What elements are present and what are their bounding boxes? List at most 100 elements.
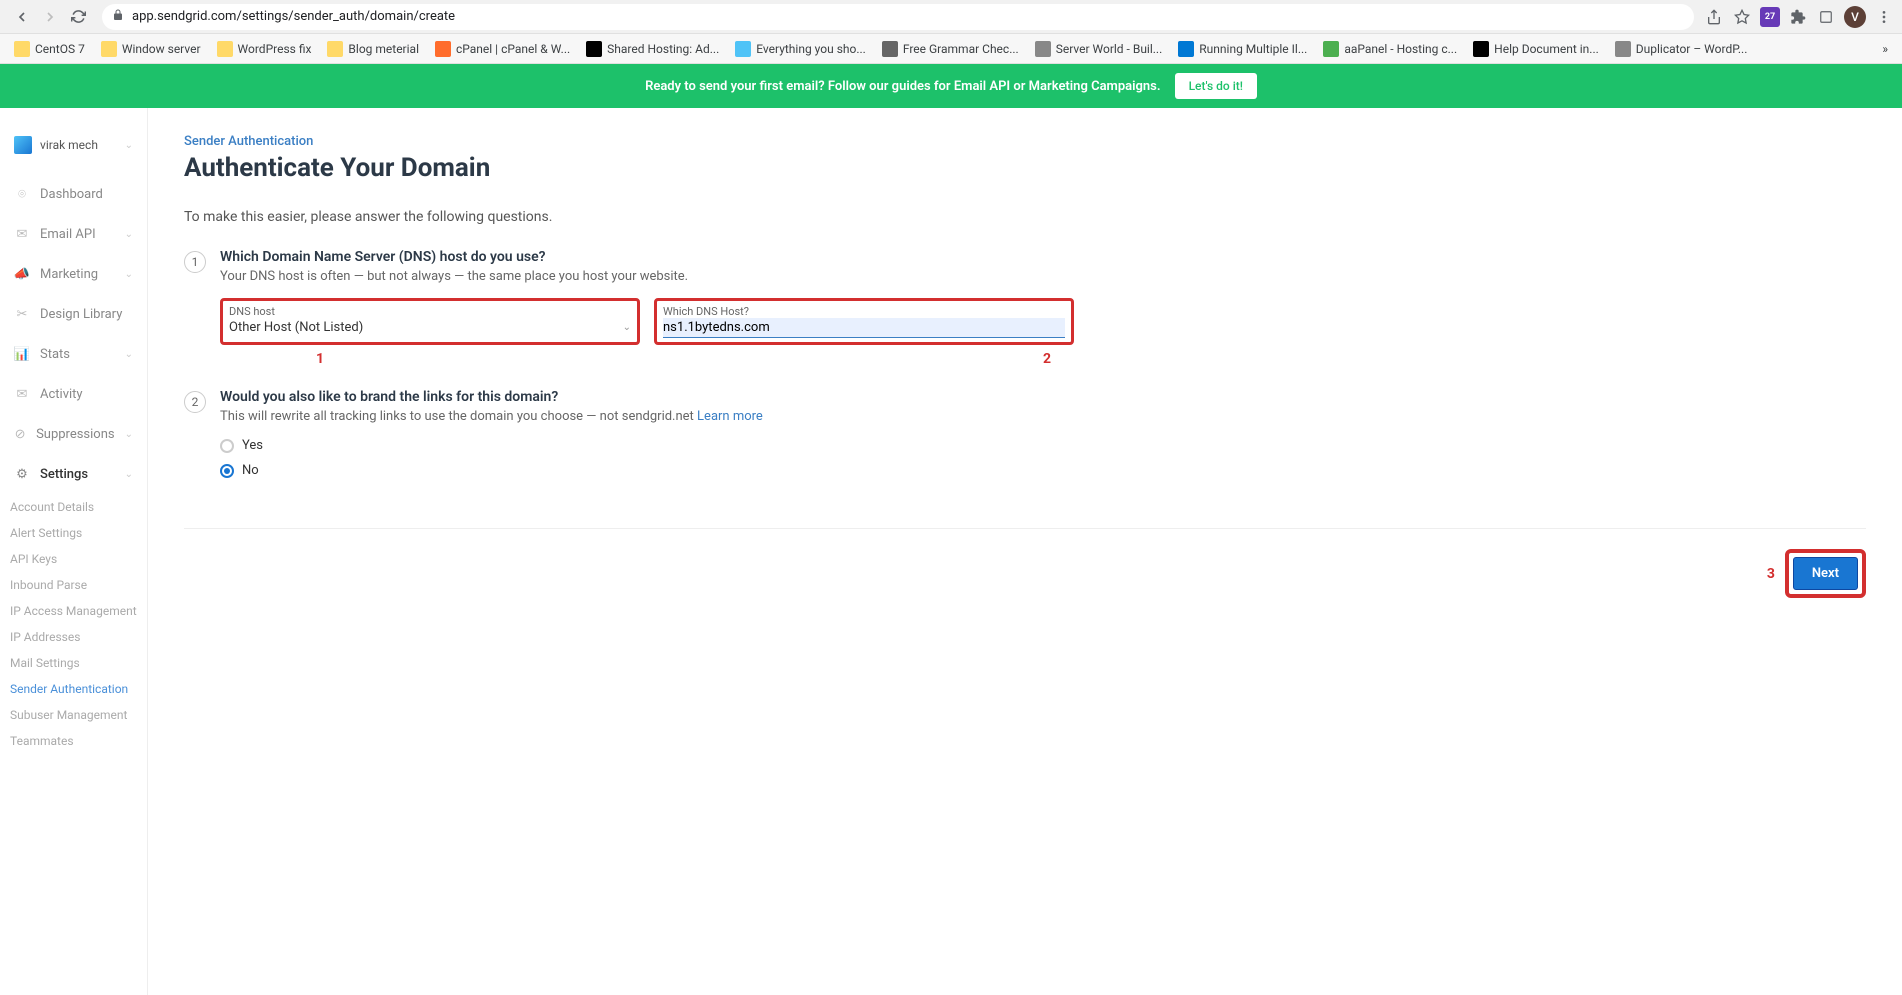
bookmark-item[interactable]: Blog meterial xyxy=(321,38,425,60)
breadcrumb[interactable]: Sender Authentication xyxy=(184,134,1866,149)
step-2: 2 Would you also like to brand the links… xyxy=(184,389,1866,488)
site-icon xyxy=(735,41,751,57)
profile-avatar[interactable]: V xyxy=(1844,6,1866,28)
bookmark-label: Help Document in... xyxy=(1494,42,1599,56)
bookmark-item[interactable]: CentOS 7 xyxy=(8,38,91,60)
sidebar-item-label: Suppressions xyxy=(36,427,115,442)
reload-button[interactable] xyxy=(66,5,90,29)
step-2-badge: 2 xyxy=(184,391,206,413)
site-icon xyxy=(1473,41,1489,57)
sidebar-item-design-library[interactable]: ✂ Design Library xyxy=(0,294,147,334)
extensions-icon[interactable] xyxy=(1788,7,1808,27)
bookmark-item[interactable]: Window server xyxy=(95,38,207,60)
account-selector[interactable]: virak mech ⌄ xyxy=(0,126,147,174)
bookmark-label: Free Grammar Chec... xyxy=(903,42,1019,56)
sidebar-item-marketing[interactable]: 📣Marketing⌄ xyxy=(0,254,147,294)
main-content: Sender Authentication Authenticate Your … xyxy=(148,108,1902,995)
stats-icon: 📊 xyxy=(14,346,30,362)
address-bar[interactable]: app.sendgrid.com/settings/sender_auth/do… xyxy=(102,4,1694,30)
sidebar-item-label: Dashboard xyxy=(40,187,103,202)
sidebar-item-activity[interactable]: ✉Activity xyxy=(0,374,147,414)
sidebar-subitem-account-details[interactable]: Account Details xyxy=(0,494,147,520)
window-icon[interactable] xyxy=(1816,7,1836,27)
radio-icon xyxy=(220,464,234,478)
bookmark-label: aaPanel - Hosting c... xyxy=(1344,42,1457,56)
sidebar: virak mech ⌄ ⌾Dashboard✉Email API⌄📣Marke… xyxy=(0,108,148,995)
sidebar-item-suppressions[interactable]: ⊘ Suppressions ⌄ xyxy=(0,414,147,454)
sidebar-subitem-api-keys[interactable]: API Keys xyxy=(0,546,147,572)
form-footer: 3 Next xyxy=(184,528,1866,598)
sidebar-item-label: Marketing xyxy=(40,267,98,282)
folder-icon xyxy=(101,41,117,57)
sidebar-item-email-api[interactable]: ✉Email API⌄ xyxy=(0,214,147,254)
which-dns-input[interactable] xyxy=(663,318,1065,338)
bookmark-label: cPanel | cPanel & W... xyxy=(456,42,570,56)
callout-3: 3 xyxy=(1767,566,1775,582)
back-button[interactable] xyxy=(10,5,34,29)
forward-button[interactable] xyxy=(38,5,62,29)
sidebar-subitem-alert-settings[interactable]: Alert Settings xyxy=(0,520,147,546)
sidebar-subitem-ip-access-management[interactable]: IP Access Management xyxy=(0,598,147,624)
chevron-down-icon: ⌄ xyxy=(125,469,133,480)
chevron-down-icon: ⌄ xyxy=(125,229,133,240)
bookmark-item[interactable]: Everything you sho... xyxy=(729,38,872,60)
dns-host-select-wrap: DNS host Other Host (Not Listed) ⌄ xyxy=(220,298,640,345)
email-api-icon: ✉ xyxy=(14,226,30,242)
sidebar-subitem-inbound-parse[interactable]: Inbound Parse xyxy=(0,572,147,598)
which-dns-host-wrap: Which DNS Host? xyxy=(654,298,1074,345)
bookmark-item[interactable]: WordPress fix xyxy=(211,38,318,60)
site-icon xyxy=(586,41,602,57)
onboarding-banner: Ready to send your first email? Follow o… xyxy=(0,64,1902,108)
bookmark-item[interactable]: aaPanel - Hosting c... xyxy=(1317,38,1463,60)
sidebar-item-dashboard[interactable]: ⌾Dashboard xyxy=(0,174,147,214)
bookmark-item[interactable]: Running Multiple Il... xyxy=(1172,38,1313,60)
callout-1: 1 xyxy=(316,351,324,367)
sidebar-subitem-teammates[interactable]: Teammates xyxy=(0,728,147,754)
radio-no[interactable]: No xyxy=(220,463,1866,478)
share-icon[interactable] xyxy=(1704,7,1724,27)
sidebar-item-label: Design Library xyxy=(40,307,122,322)
learn-more-link[interactable]: Learn more xyxy=(697,409,763,424)
banner-text: Ready to send your first email? Follow o… xyxy=(645,79,1161,94)
star-icon[interactable] xyxy=(1732,7,1752,27)
browser-actions: 27 V xyxy=(1704,6,1894,28)
bookmark-item[interactable]: Shared Hosting: Ad... xyxy=(580,38,725,60)
url-text: app.sendgrid.com/settings/sender_auth/do… xyxy=(132,9,455,24)
radio-icon xyxy=(220,439,234,453)
bookmark-item[interactable]: cPanel | cPanel & W... xyxy=(429,38,576,60)
next-button[interactable]: Next xyxy=(1793,557,1858,590)
chevron-down-icon: ⌄ xyxy=(623,322,631,333)
bookmark-label: Window server xyxy=(122,42,201,56)
lock-icon xyxy=(112,9,124,25)
account-name: virak mech xyxy=(40,138,117,152)
step-1-desc: Your DNS host is often — but not always … xyxy=(220,269,1866,284)
step-1-badge: 1 xyxy=(184,251,206,273)
calendar-extension-icon[interactable]: 27 xyxy=(1760,7,1780,27)
dns-host-select[interactable]: Other Host (Not Listed) ⌄ xyxy=(229,318,631,337)
suppressions-icon: ⊘ xyxy=(14,426,26,442)
activity-icon: ✉ xyxy=(14,386,30,402)
site-icon xyxy=(882,41,898,57)
bookmark-label: WordPress fix xyxy=(238,42,312,56)
next-button-highlight: Next xyxy=(1785,549,1866,598)
menu-icon[interactable] xyxy=(1874,7,1894,27)
bookmark-label: Duplicator – WordP... xyxy=(1636,42,1748,56)
sidebar-subitem-sender-authentication[interactable]: Sender Authentication xyxy=(0,676,147,702)
sidebar-subitem-subuser-management[interactable]: Subuser Management xyxy=(0,702,147,728)
page-title: Authenticate Your Domain xyxy=(184,153,1866,183)
bookmarks-bar: CentOS 7 Window server WordPress fix Blog m… xyxy=(0,34,1902,64)
sidebar-item-stats[interactable]: 📊Stats⌄ xyxy=(0,334,147,374)
chevron-down-icon: ⌄ xyxy=(125,429,133,440)
radio-yes-label: Yes xyxy=(242,438,263,453)
sidebar-item-settings[interactable]: ⚙Settings⌄ xyxy=(0,454,147,494)
sidebar-subitem-ip-addresses[interactable]: IP Addresses xyxy=(0,624,147,650)
banner-cta-button[interactable]: Let's do it! xyxy=(1175,73,1257,99)
radio-yes[interactable]: Yes xyxy=(220,438,1866,453)
bookmark-item[interactable]: Help Document in... xyxy=(1467,38,1605,60)
design-library-icon: ✂ xyxy=(14,306,30,322)
bookmark-item[interactable]: Server World - Buil... xyxy=(1029,38,1169,60)
bookmarks-overflow[interactable]: » xyxy=(1876,39,1894,59)
bookmark-item[interactable]: Free Grammar Chec... xyxy=(876,38,1025,60)
bookmark-item[interactable]: Duplicator – WordP... xyxy=(1609,38,1754,60)
sidebar-subitem-mail-settings[interactable]: Mail Settings xyxy=(0,650,147,676)
